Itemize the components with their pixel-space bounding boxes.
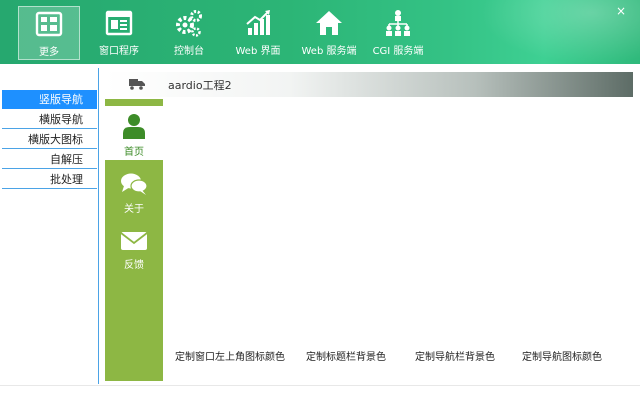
home-icon (316, 11, 342, 35)
content-label-nav-icon-color[interactable]: 定制导航图标颜色 (522, 348, 602, 363)
sidebar-item-label: 关于 (124, 204, 144, 215)
top-toolbar: × 更多 窗口程序 控制台 Web 界面 Web 服务端 CGI 服务端 (0, 0, 640, 64)
window-icon (105, 10, 133, 36)
left-nav: 竖版导航 横版导航 横版大图标 自解压 批处理 (0, 64, 98, 385)
content-label-navbar-bg[interactable]: 定制导航栏背景色 (415, 348, 495, 363)
bar-chart-icon (246, 10, 270, 35)
toolbar-button-console[interactable]: 控制台 (166, 6, 212, 60)
mail-icon (120, 232, 148, 250)
sidebar-item-label: 首页 (124, 147, 144, 158)
toolbar-button-label: CGI 服务端 (372, 46, 424, 57)
content-label-titlebar-bg[interactable]: 定制标题栏背景色 (306, 348, 386, 363)
nav-item-horizontal[interactable]: 横版导航 (2, 110, 97, 129)
toolbar-button-web-server[interactable]: Web 服务端 (298, 6, 360, 60)
nav-item-batch[interactable]: 批处理 (2, 170, 97, 189)
network-icon (386, 10, 410, 36)
content-label-icon-color[interactable]: 定制窗口左上角图标颜色 (175, 348, 285, 363)
toolbar-button-label: Web 界面 (235, 46, 281, 57)
close-icon[interactable]: × (616, 4, 626, 18)
toolbar-button-more[interactable]: 更多 (18, 6, 80, 60)
nav-item-self-extract[interactable]: 自解压 (2, 150, 97, 169)
nav-item-vertical[interactable]: 竖版导航 (2, 90, 97, 109)
toolbar-button-label: Web 服务端 (301, 46, 357, 57)
toolbar-button-window[interactable]: 窗口程序 (94, 6, 144, 60)
window-bottom-border (0, 385, 640, 386)
gears-icon (176, 10, 202, 37)
truck-icon (129, 79, 145, 90)
nav-divider (98, 68, 99, 384)
sidebar-item-about[interactable]: 关于 (105, 172, 163, 215)
toolbar-button-label: 更多 (39, 47, 59, 58)
sidebar-item-feedback[interactable]: 反馈 (105, 230, 163, 271)
nav-item-horizontal-big-icons[interactable]: 横版大图标 (2, 130, 97, 149)
toolbar-button-cgi-server[interactable]: CGI 服务端 (370, 6, 426, 60)
tab-title[interactable]: aardio工程2 (168, 77, 232, 93)
toolbar-button-label: 控制台 (174, 46, 204, 57)
toolbar-button-label: 窗口程序 (99, 46, 139, 57)
title-tab-strip: aardio工程2 (105, 72, 633, 97)
user-icon (123, 114, 145, 139)
toolbar-button-web-ui[interactable]: Web 界面 (232, 6, 284, 60)
sidebar-item-home[interactable]: 首页 (105, 113, 163, 158)
grid-icon (35, 11, 63, 37)
sidebar-item-label: 反馈 (124, 260, 144, 271)
chat-icon (121, 173, 148, 195)
